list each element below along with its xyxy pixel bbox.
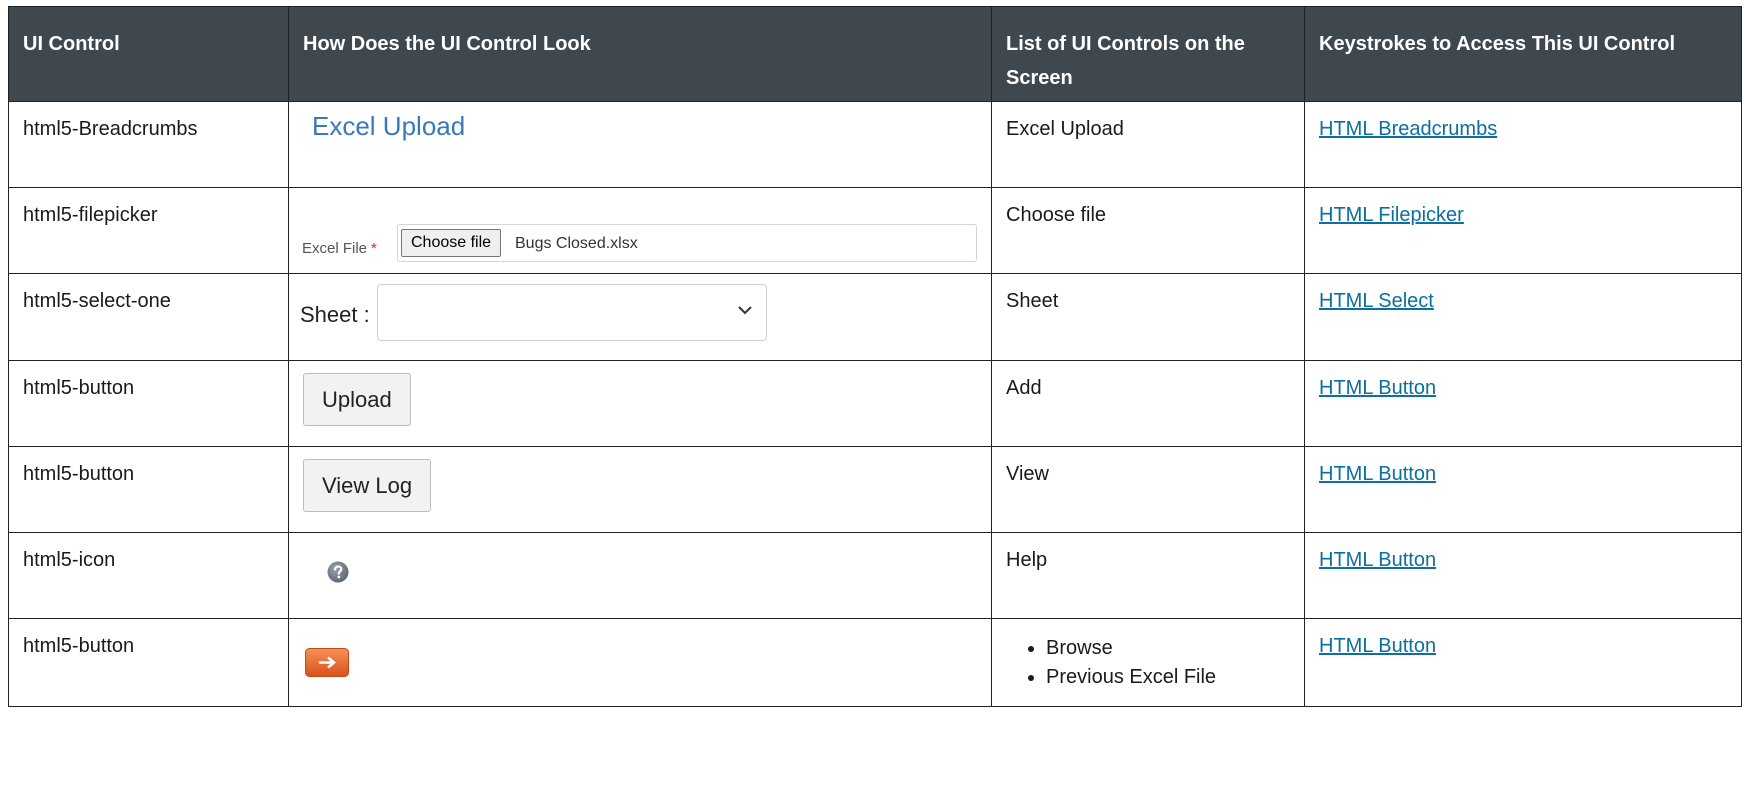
keystroke-cell: HTML Button — [1304, 532, 1742, 619]
breadcrumb-link[interactable]: Excel Upload — [312, 113, 465, 139]
control-list: Browse Previous Excel File — [991, 618, 1305, 707]
preview-cell: Excel File * Choose file Bugs Closed.xlsx — [288, 187, 992, 274]
keystroke-link[interactable]: HTML Filepicker — [1319, 204, 1464, 226]
keystroke-cell: HTML Button — [1304, 360, 1742, 447]
control-name: html5-button — [8, 360, 289, 447]
required-marker: * — [371, 240, 377, 257]
table-row: html5-button Upload Add HTML Button — [8, 360, 1742, 447]
control-name: html5-icon — [8, 532, 289, 619]
preview-cell — [288, 532, 992, 619]
table-header-row: UI Control How Does the UI Control Look … — [8, 6, 1742, 102]
control-bullet-list: Browse Previous Excel File — [1006, 634, 1290, 692]
table-row: html5-icon Help HTML Button — [8, 532, 1742, 619]
file-field-label: Excel File * — [302, 240, 377, 257]
table-row: html5-filepicker Excel File * Choose file… — [8, 187, 1742, 274]
list-item: Browse — [1046, 634, 1290, 663]
preview-cell: View Log — [288, 446, 992, 533]
help-icon[interactable] — [327, 561, 349, 583]
keystroke-link[interactable]: HTML Button — [1319, 635, 1436, 657]
control-name: html5-button — [8, 618, 289, 707]
control-name: html5-Breadcrumbs — [8, 101, 289, 188]
keystroke-cell: HTML Breadcrumbs — [1304, 101, 1742, 188]
header-keystrokes: Keystrokes to Access This UI Control — [1304, 6, 1742, 102]
table-row: html5-button Browse P — [8, 618, 1742, 707]
keystroke-link[interactable]: HTML Button — [1319, 463, 1436, 485]
table-row: html5-Breadcrumbs Excel Upload Excel Upl… — [8, 101, 1742, 188]
sheet-select[interactable] — [377, 284, 767, 341]
keystroke-link[interactable]: HTML Button — [1319, 549, 1436, 571]
table-row: html5-select-one Sheet : Sheet HTML Sele… — [8, 273, 1742, 361]
keystroke-cell: HTML Button — [1304, 618, 1742, 707]
selected-filename: Bugs Closed.xlsx — [515, 235, 638, 252]
control-list: View — [991, 446, 1305, 533]
list-item: Previous Excel File — [1046, 663, 1290, 692]
keystroke-link[interactable]: HTML Select — [1319, 290, 1434, 312]
preview-cell: Excel Upload — [288, 101, 992, 188]
control-list: Choose file — [991, 187, 1305, 274]
keystroke-link[interactable]: HTML Button — [1319, 377, 1436, 399]
preview-cell: Sheet : — [288, 273, 992, 361]
view-log-button[interactable]: View Log — [303, 459, 432, 512]
control-list: Sheet — [991, 273, 1305, 361]
control-name: html5-filepicker — [8, 187, 289, 274]
ui-controls-table: UI Control How Does the UI Control Look … — [8, 6, 1742, 707]
keystroke-cell: HTML Button — [1304, 446, 1742, 533]
keystroke-link[interactable]: HTML Breadcrumbs — [1319, 118, 1497, 140]
preview-cell: Upload — [288, 360, 992, 447]
choose-file-button[interactable]: Choose file — [401, 229, 502, 257]
control-name: html5-select-one — [8, 273, 289, 361]
header-how-look: How Does the UI Control Look — [288, 6, 992, 102]
sheet-label: Sheet : — [300, 302, 370, 327]
control-list: Excel Upload — [991, 101, 1305, 188]
arrow-right-icon[interactable] — [305, 648, 349, 677]
file-picker-input[interactable]: Choose file Bugs Closed.xlsx — [397, 224, 977, 262]
keystroke-cell: HTML Filepicker — [1304, 187, 1742, 274]
header-ui-control: UI Control — [8, 6, 289, 102]
control-list: Help — [991, 532, 1305, 619]
upload-button[interactable]: Upload — [303, 373, 411, 426]
control-name: html5-button — [8, 446, 289, 533]
table-row: html5-button View Log View HTML Button — [8, 446, 1742, 533]
control-list: Add — [991, 360, 1305, 447]
keystroke-cell: HTML Select — [1304, 273, 1742, 361]
preview-cell — [288, 618, 992, 707]
chevron-down-icon — [738, 306, 752, 315]
header-list-controls: List of UI Controls on the Screen — [991, 6, 1305, 102]
